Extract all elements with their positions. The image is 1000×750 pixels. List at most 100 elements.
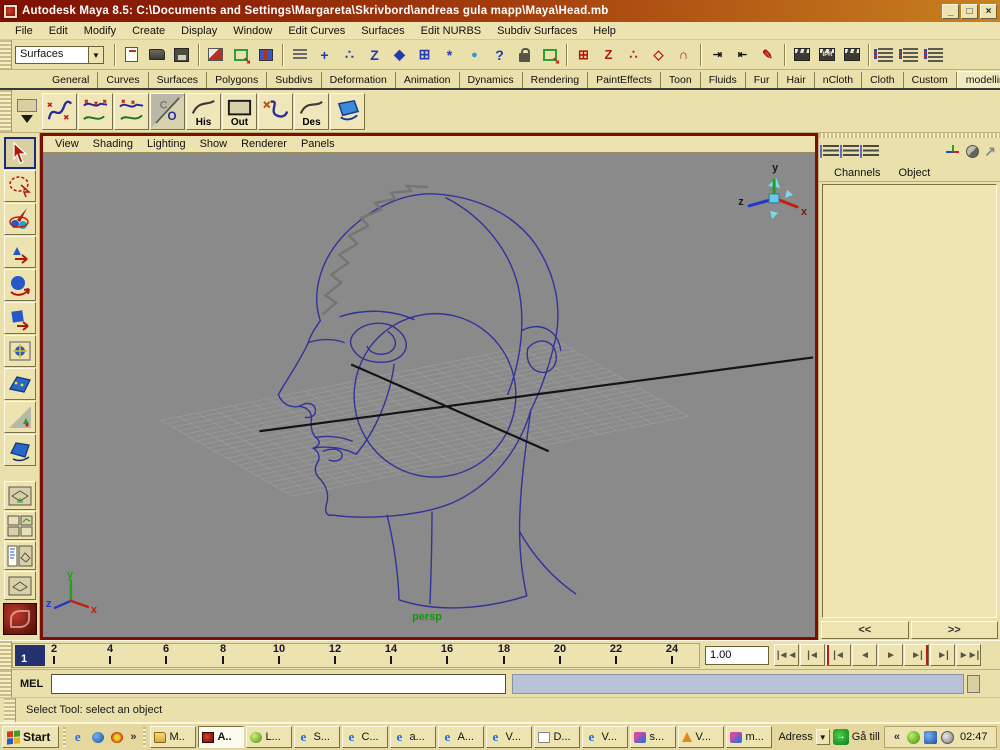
menu-file[interactable]: File xyxy=(8,24,40,38)
current-time-field[interactable] xyxy=(705,646,769,665)
toolbar-drag-handle[interactable] xyxy=(0,40,12,69)
shelf-tab-custom[interactable]: Custom xyxy=(904,72,957,88)
menu-edit[interactable]: Edit xyxy=(42,24,75,38)
shelf-tab-general[interactable]: General xyxy=(44,72,98,88)
shelf-tab-fur[interactable]: Fur xyxy=(746,72,779,88)
chevron-down-icon[interactable]: ▼ xyxy=(816,729,830,745)
minimize-button[interactable]: _ xyxy=(942,4,959,19)
object-menu[interactable]: Object xyxy=(891,166,937,180)
shelf-tab-ncloth[interactable]: nCloth xyxy=(815,72,862,88)
layout-single[interactable] xyxy=(4,481,36,510)
step-forward-frame-button[interactable]: ►| xyxy=(930,644,955,666)
output-connections-icon[interactable]: ⇤ xyxy=(731,43,754,66)
task-button[interactable]: a... xyxy=(390,726,436,748)
shelf-selector[interactable] xyxy=(12,92,42,130)
layout-persp-outliner[interactable] xyxy=(4,541,36,570)
viewport-menu-shading[interactable]: Shading xyxy=(87,137,139,151)
render-settings-icon[interactable] xyxy=(840,43,863,66)
menu-edit-curves[interactable]: Edit Curves xyxy=(281,24,352,38)
menu-set-selector[interactable]: Surfaces ▼ xyxy=(15,46,104,64)
toggle-tool-settings-icon[interactable] xyxy=(899,43,922,66)
mask-misc-icon[interactable]: ? xyxy=(488,43,511,66)
manip-arrow-icon[interactable]: ↗ xyxy=(984,143,996,160)
play-backwards-button[interactable]: ◄ xyxy=(852,644,877,666)
go-to-end-button[interactable]: ►►| xyxy=(956,644,981,666)
shelf-tab-subdivs[interactable]: Subdivs xyxy=(267,72,321,88)
layout-persp-panel[interactable] xyxy=(4,571,36,600)
channel-layout-icon-3[interactable] xyxy=(863,145,879,158)
menu-edit-nurbs[interactable]: Edit NURBS xyxy=(414,24,489,38)
shelf-tab-rendering[interactable]: Rendering xyxy=(523,72,588,88)
shelf-tab-dynamics[interactable]: Dynamics xyxy=(460,72,523,88)
rotate-tool[interactable] xyxy=(4,269,36,301)
menu-subdiv-surfaces[interactable]: Subdiv Surfaces xyxy=(490,24,584,38)
select-hierarchy-icon[interactable] xyxy=(204,43,227,66)
viewport-menu-lighting[interactable]: Lighting xyxy=(141,137,192,151)
task-button[interactable]: V... xyxy=(582,726,628,748)
go-arrow-icon[interactable]: → xyxy=(833,729,849,745)
last-tool[interactable] xyxy=(4,434,36,466)
scale-tool[interactable] xyxy=(4,302,36,334)
layout-four[interactable] xyxy=(4,511,36,540)
snap-surface-icon[interactable]: ◇ xyxy=(647,43,670,66)
go-to-start-button[interactable]: |◄◄ xyxy=(774,644,799,666)
viewport-menu-panels[interactable]: Panels xyxy=(295,137,341,151)
task-button[interactable]: S... xyxy=(294,726,340,748)
title-bar[interactable]: Autodesk Maya 8.5: C:\Documents and Sett… xyxy=(0,0,1000,22)
viewport-menu-show[interactable]: Show xyxy=(194,137,234,151)
step-back-frame-button[interactable]: |◄ xyxy=(800,644,825,666)
snap-point-icon[interactable]: ∴ xyxy=(622,43,645,66)
channels-menu[interactable]: Channels xyxy=(827,166,887,180)
close-button[interactable]: × xyxy=(980,4,997,19)
fit-curve-shelf-item[interactable] xyxy=(114,93,149,130)
task-button[interactable]: M.. xyxy=(150,726,196,748)
manip-axis-icon[interactable] xyxy=(945,144,961,158)
lock-selection-icon[interactable] xyxy=(513,43,536,66)
shelf-tab-hair[interactable]: Hair xyxy=(778,72,814,88)
open-scene-icon[interactable] xyxy=(145,43,168,66)
design-shelf-item[interactable]: Des xyxy=(294,93,329,130)
tray-chevron[interactable]: « xyxy=(891,731,903,743)
toggle-attr-editor-icon[interactable] xyxy=(874,43,897,66)
mask-deformations-icon[interactable]: ⊞ xyxy=(413,43,436,66)
task-button[interactable]: L... xyxy=(246,726,292,748)
expand-left-button[interactable]: << xyxy=(821,621,909,639)
history-shelf-item[interactable]: His xyxy=(186,93,221,130)
shelf-drag-handle[interactable] xyxy=(0,90,12,132)
make-live-icon[interactable]: ∩ xyxy=(672,43,695,66)
channel-layout-icon-2[interactable] xyxy=(843,145,859,158)
input-connections-icon[interactable]: ⇥ xyxy=(706,43,729,66)
shelf-tab-surfaces[interactable]: Surfaces xyxy=(149,72,207,88)
time-slider[interactable]: 1 2 4 6 8 10 12 14 16 18 20 22 24 xyxy=(12,643,700,668)
channel-layout-icon-1[interactable] xyxy=(823,145,839,158)
tray-icon-clock[interactable] xyxy=(941,731,954,744)
menu-help[interactable]: Help xyxy=(586,24,623,38)
task-button[interactable]: D... xyxy=(534,726,580,748)
expand-right-button[interactable]: >> xyxy=(911,621,999,639)
menu-create[interactable]: Create xyxy=(125,24,172,38)
task-button[interactable]: V... xyxy=(678,726,724,748)
mask-surfaces-icon[interactable]: ◆ xyxy=(388,43,411,66)
menu-display[interactable]: Display xyxy=(174,24,224,38)
viewport-canvas[interactable]: y z x y z x persp xyxy=(43,153,815,637)
quicklaunch-disc-icon[interactable] xyxy=(108,729,125,746)
co-toggle-shelf-item[interactable]: CO C/O xyxy=(150,93,185,130)
lasso-tool[interactable] xyxy=(4,170,36,202)
command-line-input[interactable] xyxy=(51,674,506,694)
highlight-mode-icon[interactable] xyxy=(288,43,311,66)
menu-window[interactable]: Window xyxy=(226,24,279,38)
shelf-tab-polygons[interactable]: Polygons xyxy=(207,72,267,88)
shelf-tab-fluids[interactable]: Fluids xyxy=(701,72,746,88)
detach-curve-shelf-item[interactable] xyxy=(258,93,293,130)
speed-dial-icon[interactable] xyxy=(966,145,979,158)
menu-set-value[interactable]: Surfaces xyxy=(15,46,89,64)
shelf-tab-modelling[interactable]: modelling xyxy=(957,71,1000,88)
universal-manipulator-tool[interactable] xyxy=(4,335,36,367)
snap-grid-icon[interactable]: ⊞ xyxy=(572,43,595,66)
quicklaunch-overflow-chevron[interactable]: » xyxy=(127,731,139,743)
mask-curves-icon[interactable]: Z xyxy=(363,43,386,66)
highlight-selection-icon[interactable] xyxy=(538,43,561,66)
quicklaunch-ie-icon[interactable] xyxy=(70,729,87,746)
save-scene-icon[interactable] xyxy=(170,43,193,66)
command-line-drag-handle[interactable] xyxy=(0,670,12,697)
